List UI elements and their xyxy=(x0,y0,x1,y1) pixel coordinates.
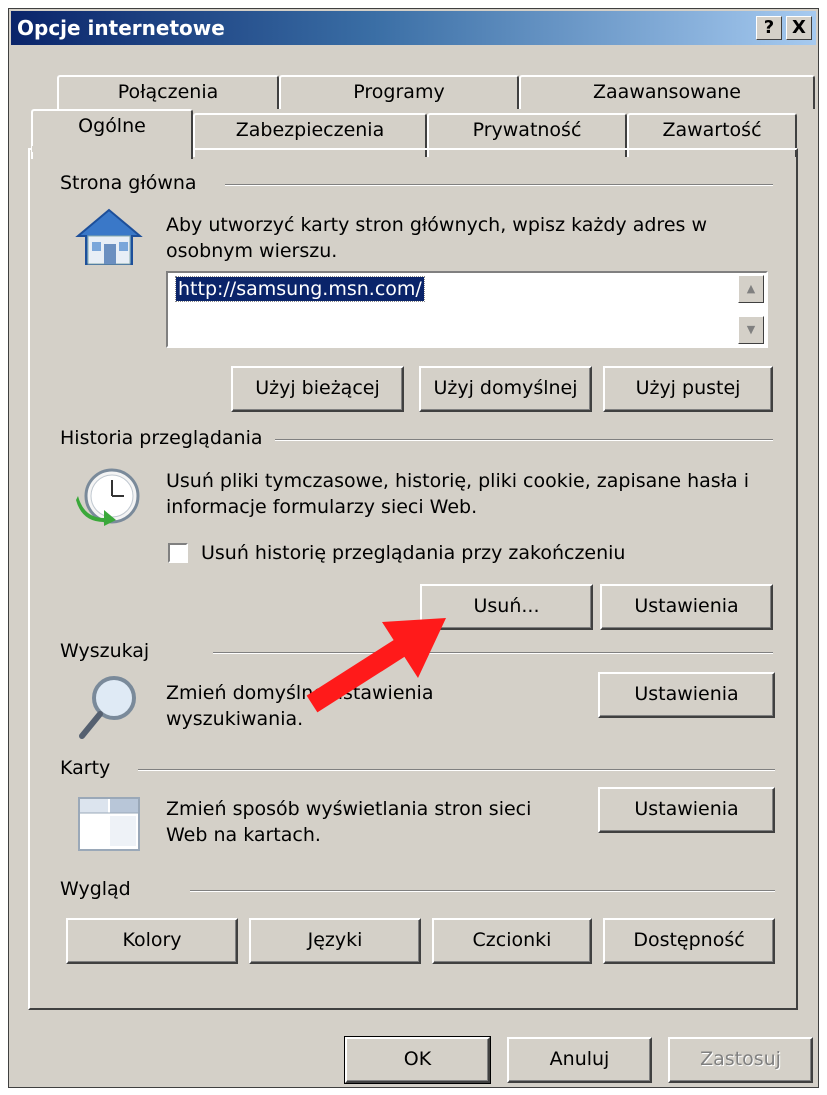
use-default-button[interactable]: Użyj domyślnej xyxy=(419,366,592,412)
magnifier-icon xyxy=(76,672,140,740)
home-page-textarea[interactable]: http://samsung.msn.com/ ▲ ▼ xyxy=(166,271,768,348)
help-button[interactable]: ? xyxy=(756,16,782,40)
appearance-group-label: Wygląd xyxy=(60,878,141,900)
button-label: Języki xyxy=(307,929,363,951)
search-settings-button[interactable]: Ustawienia xyxy=(598,672,775,718)
tab-advanced[interactable]: Zaawansowane xyxy=(519,75,815,109)
button-label: Ustawienia xyxy=(634,683,739,705)
apply-button[interactable]: Zastosuj xyxy=(668,1037,813,1083)
colors-button[interactable]: Kolory xyxy=(66,918,238,964)
title-bar[interactable]: Opcje internetowe ? X xyxy=(11,11,816,45)
active-tab-join xyxy=(32,146,190,152)
history-group-label: Historia przeglądania xyxy=(60,427,273,449)
delete-history-on-exit-checkbox[interactable] xyxy=(168,543,188,563)
group-divider xyxy=(275,439,773,441)
fonts-button[interactable]: Czcionki xyxy=(432,918,592,964)
button-label: Ustawienia xyxy=(634,798,739,820)
button-label: Kolory xyxy=(122,929,182,951)
tab-label: Zabezpieczenia xyxy=(235,119,385,141)
search-description-line2: wyszukiwania. xyxy=(166,708,304,730)
button-label: Usuń... xyxy=(473,595,540,617)
button-label: Użyj domyślnej xyxy=(433,377,578,399)
button-label: Dostępność xyxy=(633,929,745,951)
ok-button[interactable]: OK xyxy=(344,1036,491,1084)
window-title: Opcje internetowe xyxy=(17,16,225,40)
tab-label: Prywatność xyxy=(472,119,582,141)
search-group-label: Wyszukaj xyxy=(60,640,160,662)
tab-label: Zaawansowane xyxy=(593,81,741,103)
group-divider xyxy=(190,890,775,892)
group-divider xyxy=(225,184,773,186)
button-label: Ustawienia xyxy=(634,595,739,617)
tab-label: Ogólne xyxy=(78,115,146,137)
history-description-line1: Usuń pliki tymczasowe, historię, pliki c… xyxy=(166,470,750,492)
tab-programs[interactable]: Programy xyxy=(279,75,519,109)
tab-connections[interactable]: Połączenia xyxy=(57,75,279,109)
history-settings-button[interactable]: Ustawienia xyxy=(600,584,773,630)
use-current-button[interactable]: Użyj bieżącej xyxy=(231,366,404,412)
tabs-description-line1: Zmień sposób wyświetlania stron sieci xyxy=(166,798,532,820)
tab-label: Programy xyxy=(353,81,445,103)
delete-history-on-exit-label[interactable]: Usuń historię przeglądania przy zakończe… xyxy=(201,540,625,567)
button-label: Użyj bieżącej xyxy=(255,377,380,399)
home-group-label: Strona główna xyxy=(60,172,207,194)
home-description-line2: osobnym wierszu. xyxy=(166,240,338,262)
history-clock-icon xyxy=(74,466,140,526)
tab-label: Połączenia xyxy=(117,81,219,103)
tabs-description-line2: Web na kartach. xyxy=(166,824,321,846)
home-icon xyxy=(74,206,144,270)
button-label: Użyj pustej xyxy=(635,377,741,399)
home-page-url[interactable]: http://samsung.msn.com/ xyxy=(175,276,425,302)
button-label: OK xyxy=(403,1048,432,1070)
accessibility-button[interactable]: Dostępność xyxy=(603,918,775,964)
scroll-up-arrow-icon[interactable]: ▲ xyxy=(738,275,764,303)
button-label: Czcionki xyxy=(472,929,552,951)
button-label: Zastosuj xyxy=(700,1048,781,1070)
group-divider xyxy=(138,769,775,771)
cancel-button[interactable]: Anuluj xyxy=(507,1037,652,1083)
annotation-arrow-icon xyxy=(296,604,456,722)
tabs-group-label: Karty xyxy=(60,757,121,779)
button-label: Anuluj xyxy=(549,1048,610,1070)
tabs-settings-button[interactable]: Ustawienia xyxy=(598,787,775,833)
home-description-line1: Aby utworzyć karty stron głównych, wpisz… xyxy=(166,214,707,236)
scroll-down-arrow-icon[interactable]: ▼ xyxy=(738,316,764,344)
history-description-line2: informacje formularzy sieci Web. xyxy=(166,496,478,518)
languages-button[interactable]: Języki xyxy=(249,918,421,964)
use-blank-button[interactable]: Użyj pustej xyxy=(603,366,773,412)
tab-label: Zawartość xyxy=(662,119,762,141)
close-button[interactable]: X xyxy=(786,16,812,40)
tabs-window-icon xyxy=(78,796,140,852)
